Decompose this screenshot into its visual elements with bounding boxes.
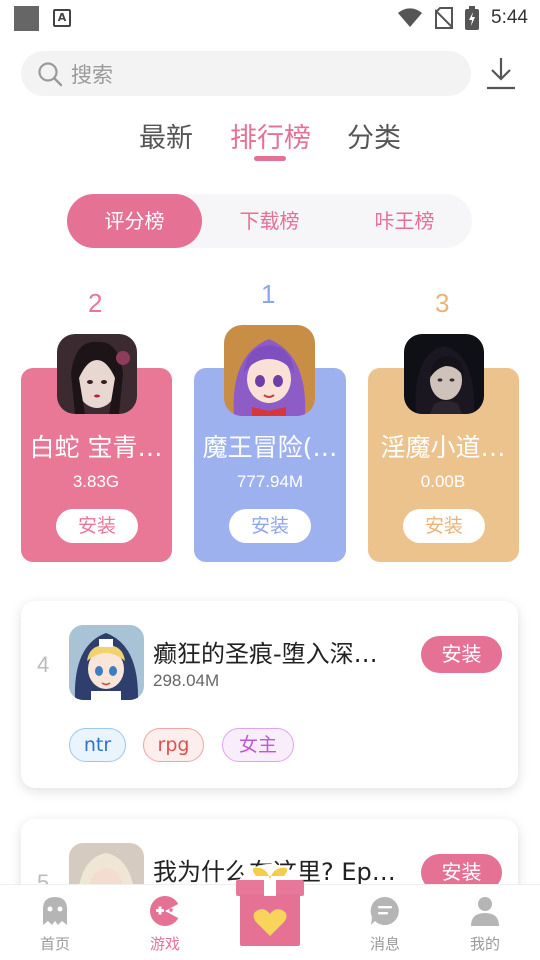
search-placeholder: 搜索 <box>71 62 113 87</box>
nav-home[interactable]: 首页 <box>10 885 100 960</box>
gift-icon[interactable] <box>230 862 310 952</box>
list-rank: 4 <box>37 652 50 677</box>
list-game-icon[interactable] <box>69 625 144 700</box>
podium-avatar-1[interactable] <box>224 325 315 416</box>
nav-label: 游戏 <box>149 935 180 953</box>
podium-size-3: 0.00B <box>420 472 466 491</box>
nav-label: 我的 <box>469 935 500 953</box>
segment-downloads[interactable]: 下载榜 <box>202 194 337 248</box>
tag-female-lead[interactable]: 女主 <box>222 728 294 762</box>
podium-size-1: 777.94M <box>236 472 304 491</box>
podium-title-1: 魔王冒险(… <box>202 433 338 462</box>
podium-title-3: 淫魔小道… <box>380 433 506 462</box>
game-icon-image <box>224 325 315 416</box>
notification-a-icon: A <box>53 9 71 27</box>
clock: 5:44 <box>491 7 528 28</box>
nav-profile[interactable]: 我的 <box>440 885 530 960</box>
podium-rank-2: 2 <box>88 288 103 318</box>
tab-ranking[interactable]: 排行榜 <box>230 116 311 155</box>
tab-category[interactable]: 分类 <box>347 116 401 155</box>
game-icon-image <box>404 334 484 414</box>
tab-latest[interactable]: 最新 <box>139 116 193 155</box>
active-tab-indicator <box>254 156 286 161</box>
podium-title-2: 白蛇 宝青… <box>29 433 163 462</box>
game-icon-image <box>57 334 137 414</box>
gamepad-icon <box>150 896 181 926</box>
tag-rpg[interactable]: rpg <box>143 728 204 762</box>
message-icon <box>370 896 399 925</box>
download-icon[interactable] <box>484 55 518 91</box>
nav-label: 消息 <box>369 935 400 953</box>
status-bar: A 5:44 <box>0 0 540 36</box>
podium-install-button-2[interactable]: 安装 <box>56 509 138 543</box>
game-icon-image <box>69 625 144 700</box>
list-size: 298.04M <box>153 671 220 690</box>
notification-square-icon <box>14 6 39 31</box>
install-button[interactable]: 安装 <box>421 636 502 673</box>
podium-avatar-2[interactable] <box>57 334 137 414</box>
nav-games[interactable]: 游戏 <box>120 885 210 960</box>
nav-label: 首页 <box>39 935 70 953</box>
podium-rank-1: 1 <box>261 279 276 309</box>
ghost-icon <box>43 897 67 925</box>
ranking-segment: 评分榜 下载榜 咔王榜 <box>67 194 472 248</box>
status-icons: 5:44 <box>397 4 528 32</box>
no-sim-icon <box>435 7 454 29</box>
podium-size-2: 3.83G <box>72 472 120 491</box>
battery-charging-icon <box>465 6 480 30</box>
search-icon <box>38 61 63 86</box>
podium-install-button-1[interactable]: 安装 <box>229 509 311 543</box>
nav-messages[interactable]: 消息 <box>340 885 430 960</box>
search-input[interactable]: 搜索 <box>21 51 471 96</box>
list-title: 癫狂的圣痕-堕入深… <box>153 640 378 668</box>
podium-install-button-3[interactable]: 安装 <box>403 509 485 543</box>
wifi-icon <box>398 8 423 27</box>
podium-rank-3: 3 <box>435 288 450 318</box>
tag-ntr[interactable]: ntr <box>69 728 126 762</box>
segment-rating[interactable]: 评分榜 <box>67 194 202 248</box>
podium-avatar-3[interactable] <box>404 334 484 414</box>
segment-kawang[interactable]: 咔王榜 <box>337 194 472 248</box>
person-icon <box>471 897 499 926</box>
